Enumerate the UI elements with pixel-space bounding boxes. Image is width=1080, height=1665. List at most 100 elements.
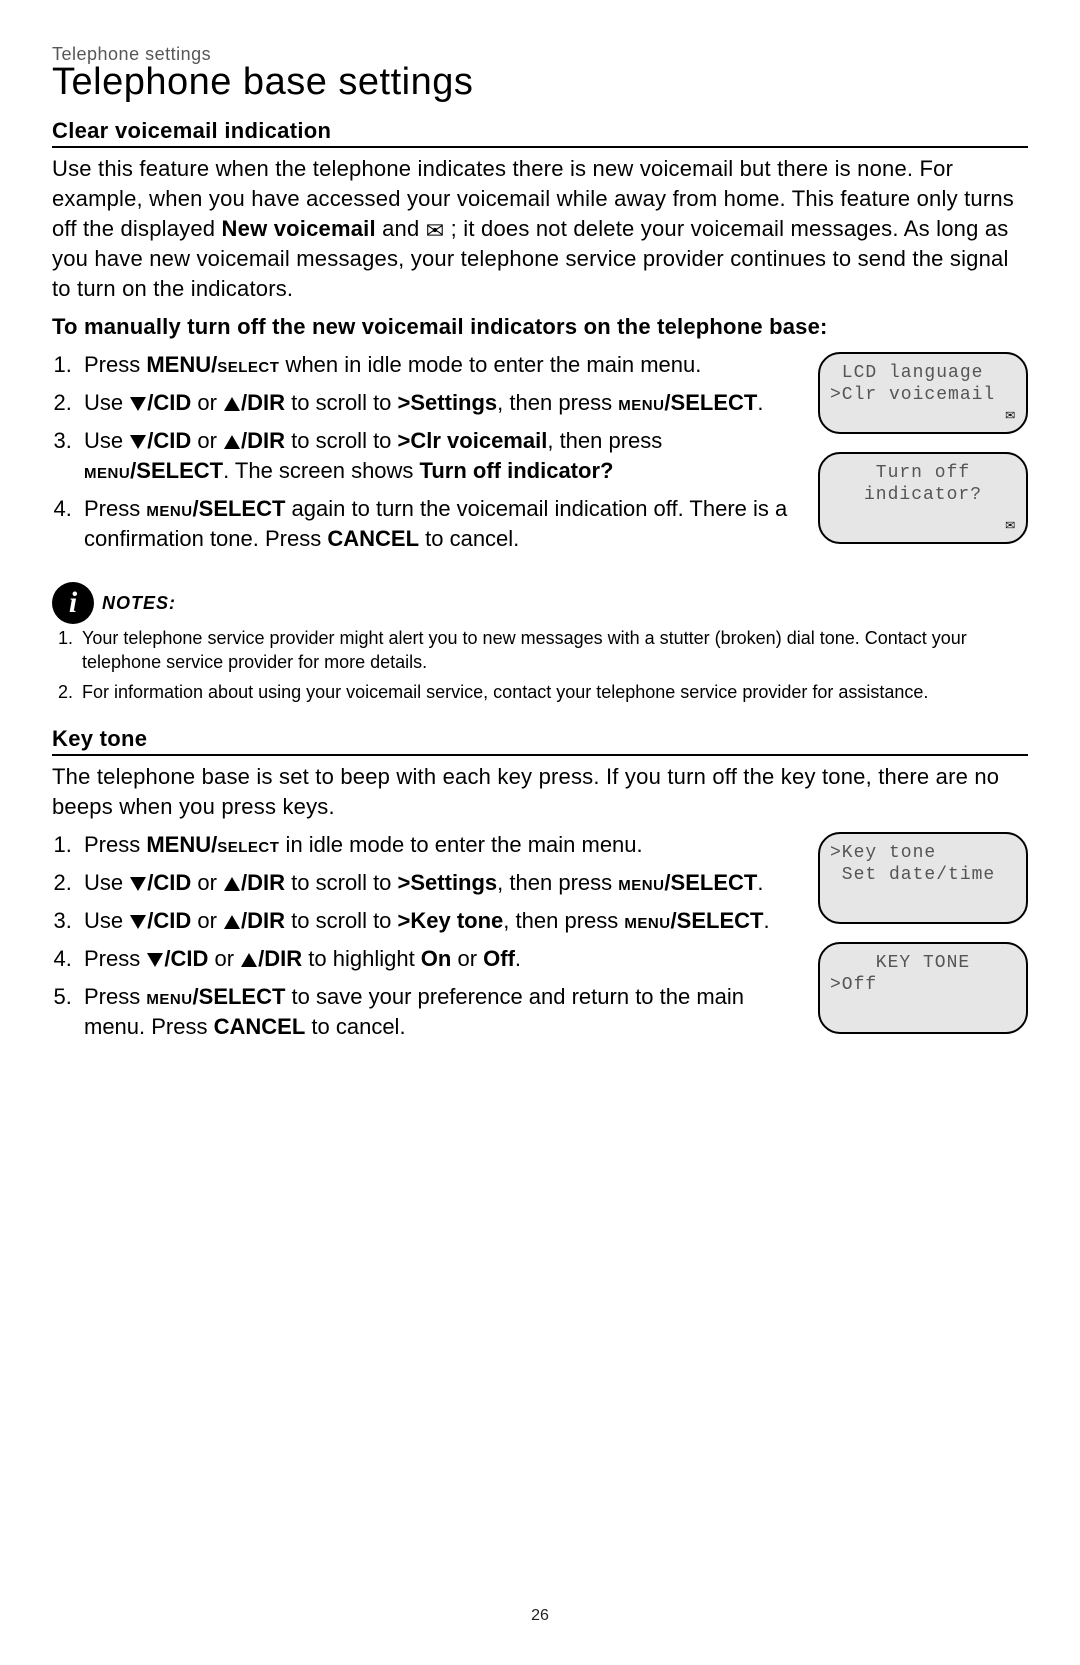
text-smallcaps: menu: [624, 908, 670, 933]
text-bold: /SELECT: [671, 908, 764, 933]
body-text: Use this feature when the telephone indi…: [52, 154, 1028, 304]
text-bold: /CID: [147, 390, 191, 415]
notes-list: Your telephone service provider might al…: [52, 626, 1028, 704]
text: to scroll to: [285, 870, 397, 895]
text: Press: [84, 352, 146, 377]
text: , then press: [497, 870, 618, 895]
text-bold: >Clr voicemail: [398, 428, 548, 453]
down-arrow-icon: [130, 877, 146, 891]
lcd-line: Turn off: [830, 462, 1016, 484]
step: Use /CID or /DIR to scroll to >Settings,…: [78, 868, 802, 898]
text: , then press: [503, 908, 624, 933]
text-bold: /DIR: [258, 946, 302, 971]
text: or: [451, 946, 483, 971]
step: Press MENU/select when in idle mode to e…: [78, 350, 802, 380]
up-arrow-icon: [224, 877, 240, 891]
step: Use /CID or /DIR to scroll to >Key tone,…: [78, 906, 802, 936]
lcd-line: LCD language: [830, 362, 1016, 384]
text-smallcaps: menu: [84, 458, 130, 483]
text-bold: CANCEL: [214, 1014, 306, 1039]
text-smallcaps: menu: [618, 390, 664, 415]
text-bold: /CID: [147, 908, 191, 933]
text-bold: /SELECT: [664, 390, 757, 415]
text: Use: [84, 428, 129, 453]
page-title: Telephone base settings: [52, 61, 1028, 104]
text-bold: New voicemail: [222, 216, 376, 241]
note-item: For information about using your voicema…: [78, 680, 1028, 704]
text-bold: /CID: [147, 870, 191, 895]
text: and: [376, 216, 426, 241]
text: Press: [84, 832, 146, 857]
text-smallcaps: menu: [618, 870, 664, 895]
step: Press menu/SELECT to save your preferenc…: [78, 982, 802, 1042]
text: Press: [84, 984, 146, 1009]
text: or: [208, 946, 240, 971]
steps-with-displays: Press MENU/select in idle mode to enter …: [52, 830, 1028, 1050]
text-smallcaps: select: [217, 352, 279, 377]
text: , then press: [497, 390, 618, 415]
text-bold: /SELECT: [193, 496, 286, 521]
text-bold: /SELECT: [664, 870, 757, 895]
steps-with-displays: Press MENU/select when in idle mode to e…: [52, 350, 1028, 562]
down-arrow-icon: [147, 953, 163, 967]
down-arrow-icon: [130, 397, 146, 411]
text: Use: [84, 908, 129, 933]
down-arrow-icon: [130, 915, 146, 929]
text: .: [515, 946, 521, 971]
text: or: [191, 908, 223, 933]
section-title-clear-voicemail: Clear voicemail indication: [52, 118, 1028, 148]
down-arrow-icon: [130, 435, 146, 449]
text: to highlight: [302, 946, 421, 971]
note-item: Your telephone service provider might al…: [78, 626, 1028, 674]
lcd-line: Set date/time: [830, 864, 1016, 886]
text: , then press: [547, 428, 662, 453]
text: Use: [84, 390, 129, 415]
text: or: [191, 870, 223, 895]
text-bold: Turn off indicator?: [420, 458, 614, 483]
lcd-line: >Clr voicemail: [830, 384, 1016, 406]
text: to scroll to: [285, 428, 397, 453]
notes-header: NOTES:: [52, 582, 1028, 624]
text-bold: /DIR: [241, 870, 285, 895]
text-bold: /SELECT: [130, 458, 223, 483]
text: to cancel.: [419, 526, 519, 551]
text: or: [191, 428, 223, 453]
steps-list: Press MENU/select when in idle mode to e…: [52, 350, 802, 554]
text-smallcaps: menu: [146, 984, 192, 1009]
text: to scroll to: [285, 390, 397, 415]
lcd-screen: Turn off indicator? ✉: [818, 452, 1028, 544]
text-bold: /CID: [164, 946, 208, 971]
step: Use /CID or /DIR to scroll to >Settings,…: [78, 388, 802, 418]
step: Press menu/SELECT again to turn the voic…: [78, 494, 802, 554]
text: to cancel.: [305, 1014, 405, 1039]
text: to scroll to: [285, 908, 397, 933]
text: Use: [84, 870, 129, 895]
lcd-screen: KEY TONE >Off: [818, 942, 1028, 1034]
up-arrow-icon: [241, 953, 257, 967]
section-title-key-tone: Key tone: [52, 726, 1028, 756]
text-smallcaps: select: [217, 832, 279, 857]
lcd-line: indicator?: [830, 484, 1016, 506]
text-bold: /DIR: [241, 428, 285, 453]
manual-page: Telephone settings Telephone base settin…: [0, 0, 1080, 1050]
notes-label: NOTES:: [102, 593, 176, 614]
text: .: [757, 390, 763, 415]
lcd-line: >Off: [830, 974, 1016, 996]
voicemail-icon: ✉: [1005, 404, 1016, 426]
text: Press: [84, 946, 146, 971]
text-bold: >Settings: [398, 870, 498, 895]
lcd-screen: >Key tone Set date/time: [818, 832, 1028, 924]
lcd-line: KEY TONE: [830, 952, 1016, 974]
step: Press /CID or /DIR to highlight On or Of…: [78, 944, 802, 974]
text-bold: CANCEL: [327, 526, 419, 551]
steps-list: Press MENU/select in idle mode to enter …: [52, 830, 802, 1042]
voicemail-icon: ✉: [426, 220, 445, 242]
up-arrow-icon: [224, 435, 240, 449]
voicemail-icon: ✉: [1005, 514, 1016, 536]
text-bold: /SELECT: [193, 984, 286, 1009]
up-arrow-icon: [224, 397, 240, 411]
text-bold: >Key tone: [398, 908, 504, 933]
text: in idle mode to enter the main menu.: [279, 832, 642, 857]
text: when in idle mode to enter the main menu…: [279, 352, 701, 377]
text-smallcaps: menu: [146, 496, 192, 521]
